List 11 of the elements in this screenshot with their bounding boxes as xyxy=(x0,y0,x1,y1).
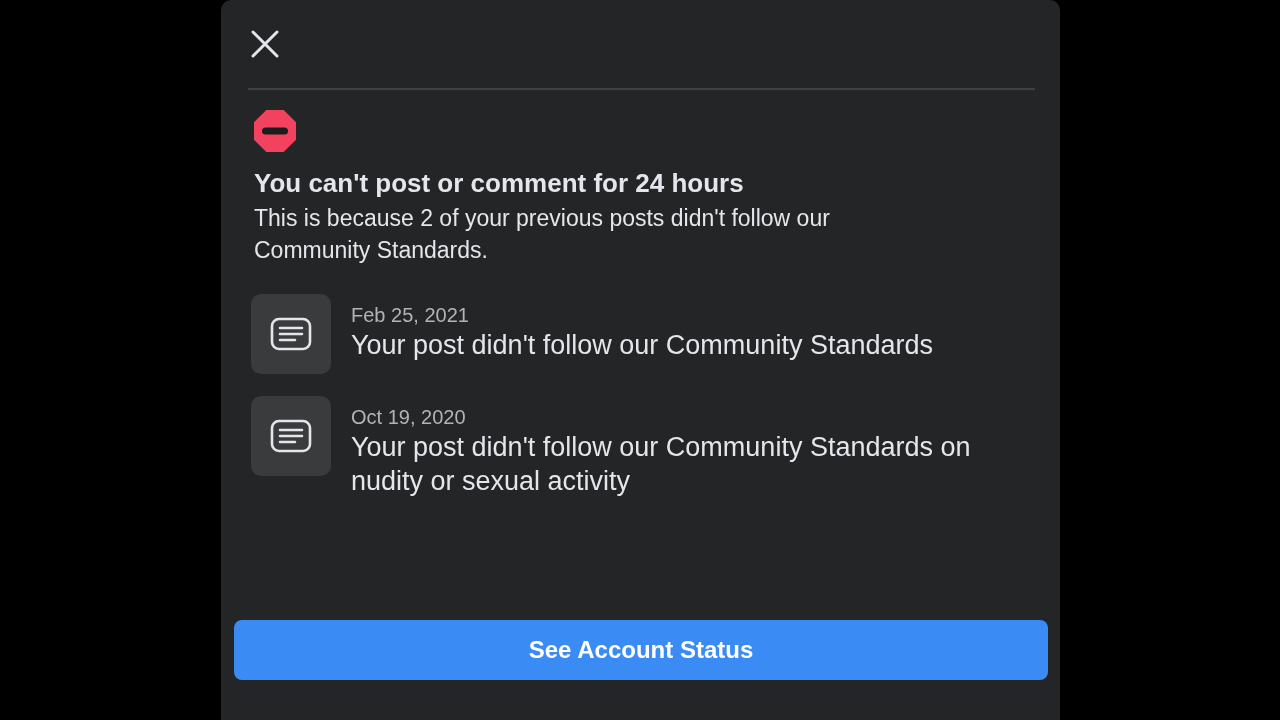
post-icon xyxy=(251,294,331,374)
see-account-status-button[interactable]: See Account Status xyxy=(234,620,1048,680)
stop-sign-icon xyxy=(254,110,296,152)
violation-text: Your post didn't follow our Community Standards xyxy=(351,329,934,362)
violation-date: Oct 19, 2020 xyxy=(351,405,467,430)
post-icon xyxy=(251,396,331,476)
restriction-description: This is because 2 of your previous posts didn't follow our Community Standards. xyxy=(254,204,831,265)
restriction-title: You can't post or comment for 24 hours xyxy=(254,167,745,200)
close-icon[interactable] xyxy=(251,30,279,58)
violation-text: Your post didn't follow our Community Standards on nudity or sexual activity xyxy=(351,431,972,498)
violation-date: Feb 25, 2021 xyxy=(351,303,470,328)
